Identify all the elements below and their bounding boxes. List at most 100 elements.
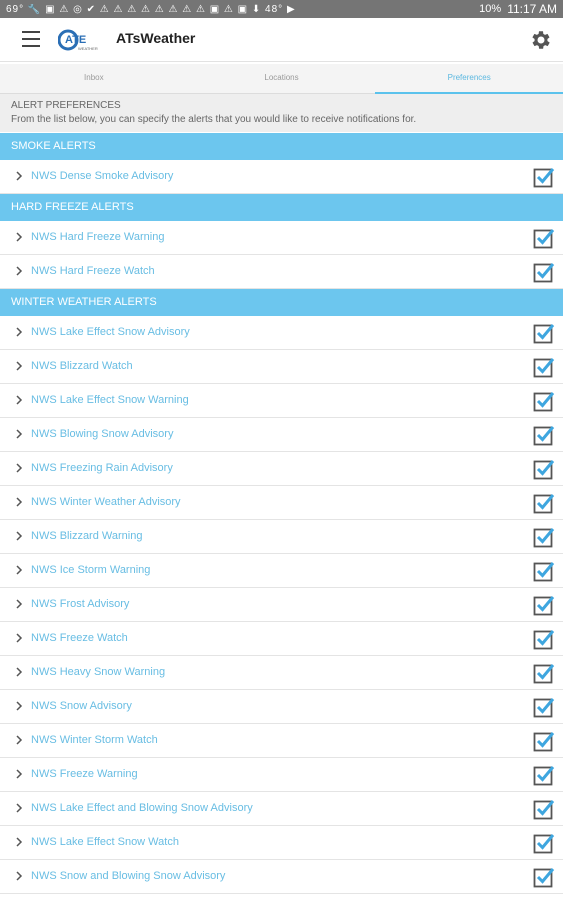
tab-bar: Inbox Locations Preferences [0, 64, 563, 94]
clock: 11:17 AM [507, 2, 557, 16]
alert-preferences-intro: ALERT PREFERENCES From the list below, y… [0, 94, 563, 132]
alert-row[interactable]: NWS Lake Effect Snow Advisory [0, 316, 563, 350]
alert-list: SMOKE ALERTS NWS Dense Smoke Advisory HARD… [0, 133, 563, 894]
alert-label[interactable]: NWS Freezing Rain Advisory [31, 452, 173, 485]
alert-row[interactable]: NWS Lake Effect and Blowing Snow Advisor… [0, 792, 563, 826]
hamburger-menu-icon[interactable] [22, 31, 40, 47]
checkbox-checked-icon[interactable] [533, 322, 555, 344]
alert-row[interactable]: NWS Freezing Rain Advisory [0, 452, 563, 486]
alert-label[interactable]: NWS Lake Effect Snow Watch [31, 826, 179, 859]
alert-row[interactable]: NWS Lake Effect Snow Warning [0, 384, 563, 418]
alert-label[interactable]: NWS Lake Effect Snow Advisory [31, 316, 190, 349]
checkbox-checked-icon[interactable] [533, 458, 555, 480]
checkbox-checked-icon[interactable] [533, 261, 555, 283]
alert-label[interactable]: NWS Lake Effect and Blowing Snow Advisor… [31, 792, 253, 825]
status-bar: 69° 🔧 ▣ ⚠ ◎ ✔ ⚠ ⚠ ⚠ ⚠ ⚠ ⚠ ⚠ ⚠ ▣ ⚠ ▣ ⬇ 48… [0, 0, 563, 18]
app-title: ATsWeather [116, 30, 196, 46]
chevron-right-icon [16, 171, 23, 181]
alert-row[interactable]: NWS Blizzard Watch [0, 350, 563, 384]
chevron-right-icon [16, 327, 23, 337]
logo-text: ATE [65, 34, 86, 46]
alert-row[interactable]: NWS Hard Freeze Warning [0, 221, 563, 255]
section-header: SMOKE ALERTS [0, 133, 563, 160]
chevron-right-icon [16, 837, 23, 847]
alert-row[interactable]: NWS Freeze Watch [0, 622, 563, 656]
alert-label[interactable]: NWS Winter Storm Watch [31, 724, 158, 757]
chevron-right-icon [16, 463, 23, 473]
checkbox-checked-icon[interactable] [533, 798, 555, 820]
alert-label[interactable]: NWS Blowing Snow Advisory [31, 418, 173, 451]
alert-label[interactable]: NWS Hard Freeze Warning [31, 221, 164, 254]
checkbox-checked-icon[interactable] [533, 594, 555, 616]
section-header: HARD FREEZE ALERTS [0, 194, 563, 221]
alert-label[interactable]: NWS Ice Storm Warning [31, 554, 150, 587]
alert-label[interactable]: NWS Heavy Snow Warning [31, 656, 165, 689]
intro-heading: ALERT PREFERENCES [11, 100, 121, 111]
checkbox-checked-icon[interactable] [533, 390, 555, 412]
chevron-right-icon [16, 769, 23, 779]
alert-row[interactable]: NWS Winter Storm Watch [0, 724, 563, 758]
section-header: WINTER WEATHER ALERTS [0, 289, 563, 316]
alert-label[interactable]: NWS Snow and Blowing Snow Advisory [31, 860, 225, 893]
alert-label[interactable]: NWS Snow Advisory [31, 690, 132, 723]
alert-label[interactable]: NWS Blizzard Warning [31, 520, 142, 553]
app-bar: ATE WEATHER ATsWeather [0, 18, 563, 62]
chevron-right-icon [16, 701, 23, 711]
battery-level: 10% [479, 3, 502, 15]
alert-row[interactable]: NWS Heavy Snow Warning [0, 656, 563, 690]
alert-row[interactable]: NWS Lake Effect Snow Watch [0, 826, 563, 860]
checkbox-checked-icon[interactable] [533, 832, 555, 854]
chevron-right-icon [16, 361, 23, 371]
checkbox-checked-icon[interactable] [533, 730, 555, 752]
alert-row[interactable]: NWS Blowing Snow Advisory [0, 418, 563, 452]
checkbox-checked-icon[interactable] [533, 492, 555, 514]
alert-row[interactable]: NWS Freeze Warning [0, 758, 563, 792]
chevron-right-icon [16, 232, 23, 242]
checkbox-checked-icon[interactable] [533, 866, 555, 888]
alert-label[interactable]: NWS Hard Freeze Watch [31, 255, 155, 288]
alert-row[interactable]: NWS Snow Advisory [0, 690, 563, 724]
tab-preferences[interactable]: Preferences [375, 64, 563, 94]
tab-inbox[interactable]: Inbox [0, 64, 188, 93]
alert-label[interactable]: NWS Frost Advisory [31, 588, 129, 621]
alert-label[interactable]: NWS Dense Smoke Advisory [31, 160, 173, 193]
checkbox-checked-icon[interactable] [533, 696, 555, 718]
intro-description: From the list below, you can specify the… [11, 114, 417, 125]
chevron-right-icon [16, 531, 23, 541]
chevron-right-icon [16, 871, 23, 881]
alert-label[interactable]: NWS Freeze Watch [31, 622, 128, 655]
chevron-right-icon [16, 599, 23, 609]
checkbox-checked-icon[interactable] [533, 662, 555, 684]
chevron-right-icon [16, 633, 23, 643]
chevron-right-icon [16, 395, 23, 405]
ate-weather-logo: ATE WEATHER [58, 29, 98, 51]
checkbox-checked-icon[interactable] [533, 356, 555, 378]
alert-label[interactable]: NWS Blizzard Watch [31, 350, 133, 383]
alert-label[interactable]: NWS Freeze Warning [31, 758, 138, 791]
alert-row[interactable]: NWS Blizzard Warning [0, 520, 563, 554]
alert-label[interactable]: NWS Winter Weather Advisory [31, 486, 181, 519]
chevron-right-icon [16, 266, 23, 276]
chevron-right-icon [16, 803, 23, 813]
gear-icon[interactable] [529, 28, 553, 52]
chevron-right-icon [16, 735, 23, 745]
logo-subtext: WEATHER [78, 46, 98, 51]
alert-row[interactable]: NWS Winter Weather Advisory [0, 486, 563, 520]
alert-row[interactable]: NWS Snow and Blowing Snow Advisory [0, 860, 563, 894]
checkbox-checked-icon[interactable] [533, 166, 555, 188]
alert-row[interactable]: NWS Dense Smoke Advisory [0, 160, 563, 194]
checkbox-checked-icon[interactable] [533, 424, 555, 446]
checkbox-checked-icon[interactable] [533, 227, 555, 249]
alert-row[interactable]: NWS Hard Freeze Watch [0, 255, 563, 289]
notification-icons: 69° 🔧 ▣ ⚠ ◎ ✔ ⚠ ⚠ ⚠ ⚠ ⚠ ⚠ ⚠ ⚠ ▣ ⚠ ▣ ⬇ 48… [6, 3, 296, 15]
tab-locations[interactable]: Locations [188, 64, 376, 93]
alert-row[interactable]: NWS Frost Advisory [0, 588, 563, 622]
checkbox-checked-icon[interactable] [533, 560, 555, 582]
chevron-right-icon [16, 429, 23, 439]
checkbox-checked-icon[interactable] [533, 526, 555, 548]
checkbox-checked-icon[interactable] [533, 764, 555, 786]
checkbox-checked-icon[interactable] [533, 628, 555, 650]
alert-label[interactable]: NWS Lake Effect Snow Warning [31, 384, 189, 417]
chevron-right-icon [16, 667, 23, 677]
alert-row[interactable]: NWS Ice Storm Warning [0, 554, 563, 588]
